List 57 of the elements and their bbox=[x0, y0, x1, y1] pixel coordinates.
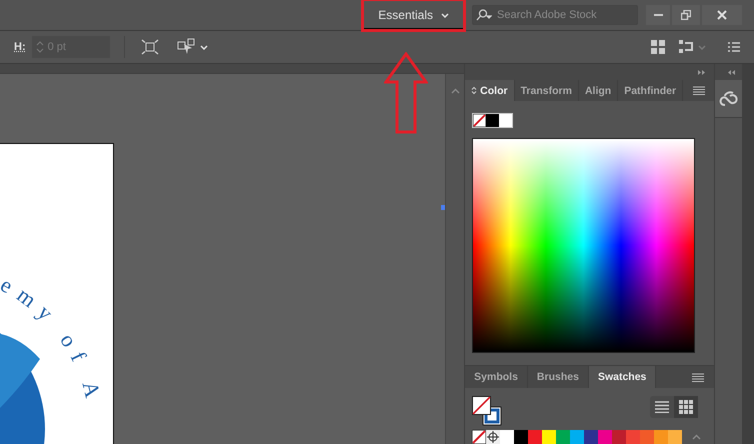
chevron-icon bbox=[200, 44, 208, 50]
grid-view-icon bbox=[679, 400, 694, 414]
none-swatch[interactable] bbox=[473, 114, 486, 127]
scroll-up-icon bbox=[692, 434, 702, 440]
selection-handle[interactable] bbox=[441, 205, 446, 210]
color-swatch[interactable] bbox=[668, 430, 682, 444]
color-swatch[interactable] bbox=[486, 114, 500, 127]
panel-menu-icon bbox=[692, 372, 704, 382]
height-label: H: bbox=[14, 41, 26, 53]
expand-icon bbox=[471, 86, 478, 95]
color-swatch[interactable] bbox=[499, 114, 512, 127]
color-swatch[interactable] bbox=[570, 430, 584, 444]
collapse-panels-icon bbox=[698, 70, 706, 74]
restore-button[interactable] bbox=[672, 5, 700, 25]
selection-cursor-icon bbox=[176, 38, 197, 56]
close-button[interactable] bbox=[702, 5, 742, 25]
minimize-icon bbox=[654, 14, 662, 16]
color-spectrum[interactable] bbox=[472, 138, 696, 353]
color-swatch[interactable] bbox=[598, 430, 612, 444]
color-swatch[interactable] bbox=[584, 430, 598, 444]
list-icon bbox=[728, 42, 740, 52]
fill-stroke-icon bbox=[472, 396, 502, 426]
restore-icon bbox=[681, 10, 691, 20]
search-field[interactable]: Search Adobe Stock bbox=[472, 5, 638, 25]
align-options-button[interactable] bbox=[677, 38, 708, 56]
stepper-icon bbox=[36, 40, 44, 54]
workspace-switcher[interactable]: Essentials bbox=[363, 0, 464, 30]
chevron-icon bbox=[698, 44, 706, 50]
expand-panels-icon bbox=[728, 70, 736, 74]
color-swatch[interactable] bbox=[556, 430, 570, 444]
search-icon bbox=[476, 9, 492, 21]
bounding-box-icon bbox=[140, 39, 159, 55]
color-swatch[interactable] bbox=[514, 430, 528, 444]
color-swatch[interactable] bbox=[528, 430, 542, 444]
color-swatch[interactable] bbox=[626, 430, 640, 444]
chevron-icon bbox=[441, 12, 449, 18]
close-icon bbox=[717, 10, 727, 20]
list-view-icon bbox=[655, 401, 670, 413]
panel-tab[interactable]: Swatches bbox=[588, 366, 656, 388]
arrange-icon bbox=[651, 40, 665, 54]
scroll-up-icon bbox=[450, 88, 460, 94]
panel-tab[interactable]: Color bbox=[465, 80, 515, 101]
color-swatch[interactable] bbox=[542, 430, 556, 444]
minimize-button[interactable] bbox=[646, 5, 670, 25]
color-swatch[interactable] bbox=[612, 430, 626, 444]
panel-menu-icon bbox=[693, 86, 706, 95]
registration-swatch[interactable] bbox=[486, 430, 500, 444]
align-icon bbox=[679, 40, 695, 54]
view-toggle[interactable] bbox=[674, 396, 698, 418]
color-swatch[interactable] bbox=[640, 430, 654, 444]
cloud-icon bbox=[718, 90, 739, 106]
arrange-button[interactable] bbox=[649, 38, 667, 56]
color-swatch[interactable] bbox=[500, 430, 514, 444]
color-swatch[interactable] bbox=[654, 430, 668, 444]
none-swatch[interactable] bbox=[472, 430, 486, 444]
libraries-button[interactable] bbox=[715, 80, 742, 118]
properties-button[interactable] bbox=[726, 40, 742, 54]
